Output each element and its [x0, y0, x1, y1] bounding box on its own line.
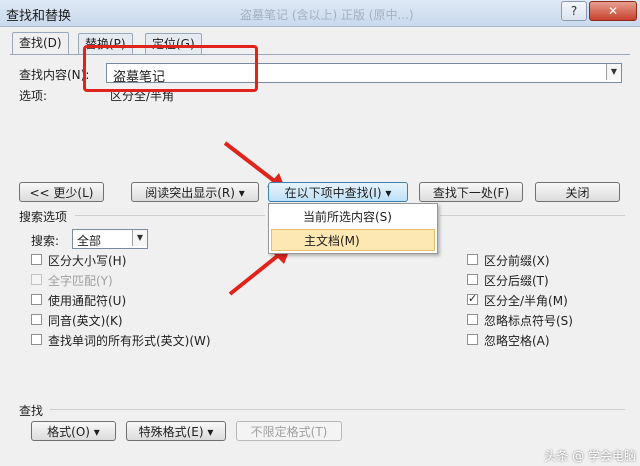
search-options-title: 搜索选项 [19, 210, 68, 224]
whole-word-label: 全字匹配(Y) [48, 274, 113, 288]
format-button[interactable]: 格式(O) ▾ [31, 421, 116, 441]
all-word-forms-checkbox[interactable] [31, 334, 42, 345]
ignore-punctuation-label: 忽略标点符号(S) [484, 314, 573, 328]
match-case-checkbox[interactable] [31, 254, 42, 265]
match-suffix-label: 区分后缀(T) [484, 274, 549, 288]
menu-item-current-selection[interactable]: 当前所选内容(S) [271, 206, 435, 228]
help-button[interactable]: ? [561, 1, 587, 21]
watermark-text: 头条 @ 学会电脑 [544, 449, 636, 463]
chevron-down-icon[interactable]: ▼ [606, 64, 621, 80]
match-width-checkbox[interactable]: ✓ [467, 292, 478, 305]
close-button[interactable]: 关闭 [535, 182, 620, 202]
find-next-button[interactable]: 查找下一处(F) [419, 182, 523, 202]
find-what-label: 查找内容(N): [19, 68, 90, 82]
reading-highlight-button[interactable]: 阅读突出显示(R) ▾ [131, 182, 259, 202]
all-word-forms-label: 查找单词的所有形式(英文)(W) [48, 334, 211, 348]
match-prefix-label: 区分前缀(X) [484, 254, 550, 268]
match-width-label: 区分全/半角(M) [484, 294, 568, 308]
match-suffix-checkbox[interactable] [467, 274, 478, 285]
close-window-button[interactable]: ✕ [589, 1, 637, 21]
annotation-highlight-box [83, 45, 258, 92]
divider [50, 409, 625, 410]
ignore-whitespace-label: 忽略空格(A) [484, 334, 550, 348]
checkmark-icon: ✓ [468, 292, 478, 305]
menu-item-main-document[interactable]: 主文档(M) [271, 229, 435, 251]
wildcards-label: 使用通配符(U) [48, 294, 127, 308]
ignore-punctuation-checkbox[interactable] [467, 314, 478, 325]
divider [440, 215, 625, 216]
find-section-title: 查找 [19, 404, 44, 418]
match-case-label: 区分大小写(H) [48, 254, 127, 268]
search-direction-value: 全部 [77, 234, 102, 248]
less-button[interactable]: << 更少(L) [19, 182, 104, 202]
tab-find[interactable]: 查找(D) [12, 32, 69, 55]
no-formatting-button[interactable]: 不限定格式(T) [236, 421, 342, 441]
special-format-button[interactable]: 特殊格式(E) ▾ [126, 421, 226, 441]
sounds-like-label: 同音(英文)(K) [48, 314, 123, 328]
options-label: 选项: [19, 89, 48, 103]
window-title: 查找和替换 [6, 9, 72, 24]
search-direction-label: 搜索: [31, 234, 60, 248]
wildcards-checkbox[interactable] [31, 294, 42, 305]
divider [75, 215, 265, 216]
find-in-button[interactable]: 在以下项中查找(I) ▾ [268, 182, 408, 202]
ignore-whitespace-checkbox[interactable] [467, 334, 478, 345]
whole-word-checkbox[interactable] [31, 274, 42, 285]
background-window-title: 盗墓笔记 (含以上) 正版 (原中...) [240, 8, 414, 22]
chevron-down-icon[interactable]: ▼ [132, 230, 147, 246]
sounds-like-checkbox[interactable] [31, 314, 42, 325]
match-prefix-checkbox[interactable] [467, 254, 478, 265]
search-direction-select[interactable]: 全部 ▼ [72, 229, 148, 249]
find-in-menu: 当前所选内容(S) 主文档(M) [268, 203, 438, 254]
